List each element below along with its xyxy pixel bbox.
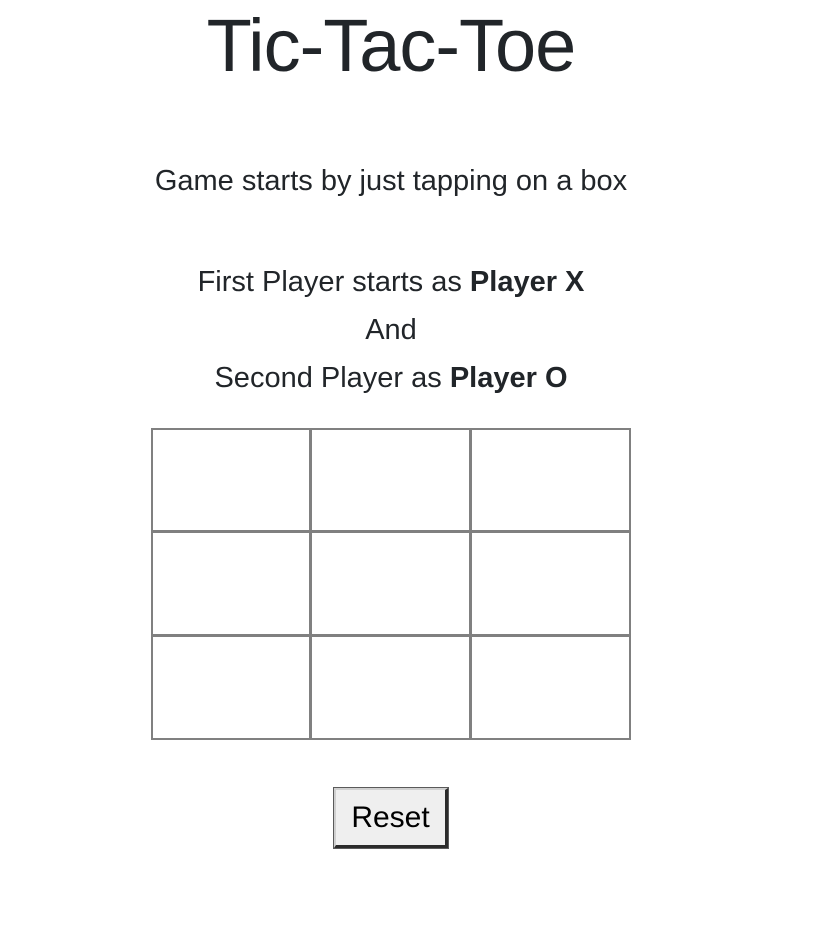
intro-text: Game starts by just tapping on a box	[154, 165, 628, 197]
board-cell-6[interactable]	[470, 531, 631, 636]
board-cell-3[interactable]	[470, 428, 631, 532]
board-cell-1[interactable]	[151, 428, 311, 532]
board-cell-2[interactable]	[310, 428, 471, 532]
player-x-label: Player X	[469, 266, 585, 298]
board-cell-8[interactable]	[310, 635, 471, 740]
page-title: Tic-Tac-Toe	[206, 4, 577, 87]
reset-button[interactable]: Reset	[333, 787, 449, 849]
board-cell-9[interactable]	[470, 635, 631, 740]
rule-line-second-player-prefix: Second Player as	[214, 362, 450, 394]
rules-block: First Player starts as Player X And Seco…	[0, 258, 782, 402]
board-cell-7[interactable]	[151, 635, 311, 740]
board-cell-4[interactable]	[151, 531, 311, 636]
rule-line-first-player-prefix: First Player starts as	[197, 266, 470, 298]
player-o-label: Player O	[449, 362, 568, 394]
rule-line-second-player: Second Player as Player O	[0, 354, 782, 402]
board-cell-5[interactable]	[310, 531, 471, 636]
rule-line-first-player: First Player starts as Player X	[0, 258, 782, 306]
game-board	[151, 428, 631, 740]
rule-line-and: And	[365, 314, 417, 346]
reset-container: Reset	[333, 787, 449, 849]
